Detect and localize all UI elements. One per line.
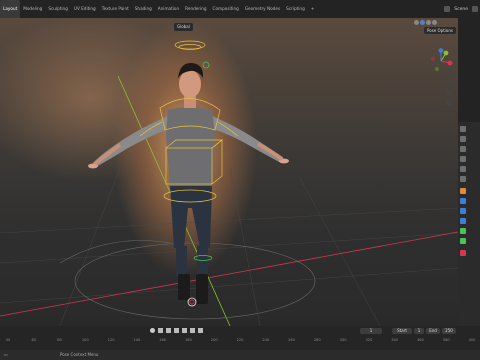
add-workspace-button[interactable]: + <box>308 0 318 18</box>
properties-panel <box>458 18 480 326</box>
outliner[interactable] <box>458 18 480 122</box>
mouse-icon: ▭ <box>4 352 8 357</box>
view-layer-icon[interactable] <box>472 6 478 12</box>
ruler-tick-label: 160 <box>159 338 167 342</box>
scene-icon <box>444 6 451 12</box>
play-icon[interactable] <box>182 328 187 333</box>
scene-tab-icon[interactable] <box>460 166 466 172</box>
head-gizmo[interactable] <box>202 61 210 69</box>
foot-gizmo[interactable] <box>187 297 197 307</box>
ruler-tick-label: 220 <box>236 338 244 342</box>
ruler-tick-label: 400 <box>468 338 476 342</box>
ruler-tick-label: 360 <box>417 338 424 342</box>
jump-start-icon[interactable] <box>158 328 163 333</box>
tab-uv-editing[interactable]: UV Editing <box>71 0 99 18</box>
ruler-tick-label: 320 <box>365 338 373 342</box>
floor-grid <box>0 167 458 326</box>
physics-tab-icon[interactable] <box>460 218 466 224</box>
top-bar: Layout Modeling Sculpting UV Editing Texture… <box>0 0 480 18</box>
ruler-tick-label: 140 <box>133 338 141 342</box>
record-icon[interactable] <box>150 328 155 333</box>
ground-arc <box>59 240 171 264</box>
tab-compositing[interactable]: Compositing <box>210 0 242 18</box>
ruler-tick-label: 100 <box>81 338 89 342</box>
scene-selector[interactable]: Scene <box>444 0 480 18</box>
camera-view-icon[interactable] <box>446 90 452 96</box>
object-tab-icon[interactable] <box>460 188 466 194</box>
render-tab-icon[interactable] <box>460 136 466 142</box>
3d-viewport[interactable]: Global Pose Options <box>0 18 458 326</box>
ruler-tick-label: 60 <box>31 338 37 342</box>
ruler-tick-label: 300 <box>339 338 347 342</box>
scene-name: Scene <box>454 6 468 12</box>
tab-rendering[interactable]: Rendering <box>182 0 209 18</box>
timeline-ruler[interactable]: 40 60 80 100 120 140 160 180 200 220 240 260 280 300 3… <box>0 337 480 345</box>
next-keyframe-icon[interactable] <box>190 328 195 333</box>
viewport-scene <box>0 40 458 326</box>
particles-tab-icon[interactable] <box>460 208 466 214</box>
current-frame-field[interactable]: 1 <box>360 328 382 334</box>
ruler-tick-label: 180 <box>185 338 192 342</box>
tab-layout[interactable]: Layout <box>0 0 21 18</box>
workspace-tabs: Layout Modeling Sculpting UV Editing Texture… <box>0 0 317 18</box>
tab-shading[interactable]: Shading <box>132 0 155 18</box>
character-model[interactable] <box>88 62 289 304</box>
ruler-tick-label: 340 <box>391 338 399 342</box>
prev-keyframe-icon[interactable] <box>166 328 171 333</box>
tab-sculpting[interactable]: Sculpting <box>45 0 71 18</box>
view-layer-tab-icon[interactable] <box>460 156 466 162</box>
tab-texture-paint[interactable]: Texture Paint <box>99 0 132 18</box>
viewport-shading-buttons <box>414 20 437 25</box>
tab-scripting[interactable]: Scripting <box>283 0 308 18</box>
ruler-tick-label: 240 <box>262 338 270 342</box>
wireframe-shading-icon[interactable] <box>414 20 419 25</box>
tab-geometry-nodes[interactable]: Geometry Nodes <box>242 0 283 18</box>
material-tab-icon[interactable] <box>460 250 466 256</box>
playback-controls <box>150 328 203 333</box>
ruler-tick-label: 280 <box>313 338 321 342</box>
solid-shading-icon[interactable] <box>420 20 425 25</box>
material-shading-icon[interactable] <box>426 20 431 25</box>
output-tab-icon[interactable] <box>460 146 466 152</box>
perspective-toggle-icon[interactable] <box>446 100 452 106</box>
start-frame-field[interactable]: 1 <box>414 328 424 334</box>
start-frame-label: Start <box>392 328 412 334</box>
jump-end-icon[interactable] <box>198 328 203 333</box>
timeline[interactable]: 1 Start 1 End 250 40 60 80 100 120 140 160 180 2… <box>0 326 480 350</box>
pan-hand-icon[interactable] <box>446 80 452 86</box>
ruler-tick-label: 40 <box>5 338 11 342</box>
3d-cursor[interactable] <box>189 299 195 305</box>
world-tab-icon[interactable] <box>460 176 466 182</box>
tab-animation[interactable]: Animation <box>155 0 182 18</box>
transform-orientation-select[interactable]: Global <box>174 23 193 31</box>
modifier-tab-icon[interactable] <box>460 198 466 204</box>
zoom-icon[interactable] <box>446 70 452 76</box>
end-frame-field[interactable]: 250 <box>442 328 456 334</box>
rendered-shading-icon[interactable] <box>432 20 437 25</box>
constraints-tab-icon[interactable] <box>460 228 466 234</box>
play-reverse-icon[interactable] <box>174 328 179 333</box>
pose-options-button[interactable]: Pose Options <box>424 27 456 34</box>
ruler-tick-label: 380 <box>442 338 450 342</box>
status-hint: Pose Context Menu <box>60 352 99 357</box>
ruler-tick-label: 200 <box>210 338 218 342</box>
end-frame-label: End <box>426 328 440 334</box>
ground-circle <box>74 242 316 320</box>
ruler-tick-label: 260 <box>288 338 295 342</box>
tab-modeling[interactable]: Modeling <box>20 0 45 18</box>
status-bar: ▭ Pose Context Menu <box>0 350 480 360</box>
data-tab-icon[interactable] <box>460 238 466 244</box>
tool-tab-icon[interactable] <box>460 126 466 132</box>
ruler-tick-label: 80 <box>57 338 62 342</box>
ruler-tick-label: 120 <box>107 338 115 342</box>
